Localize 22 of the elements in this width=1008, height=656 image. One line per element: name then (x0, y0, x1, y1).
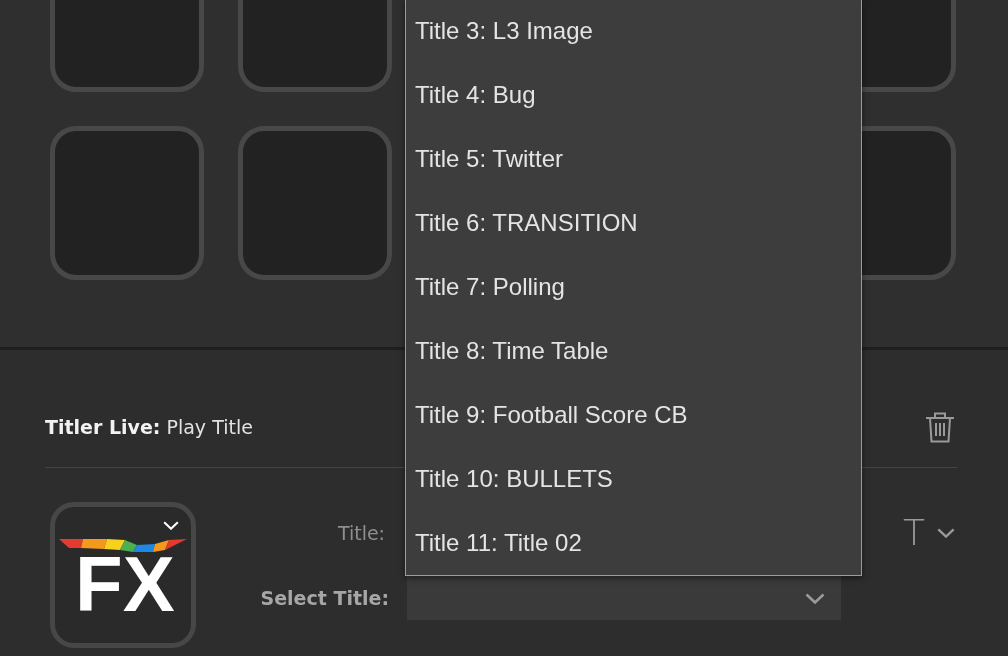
fx-logo: FX (57, 537, 189, 613)
dropdown-option[interactable]: Title 11: Title 02 (406, 511, 861, 575)
text-format-button[interactable]: T (901, 513, 957, 553)
chevron-down-icon (937, 528, 955, 538)
select-field[interactable] (407, 576, 841, 620)
dropdown-option[interactable]: Title 10: BULLETS (406, 447, 861, 511)
empty-slot[interactable] (50, 126, 204, 280)
dropdown-option[interactable]: Title 9: Football Score CB (406, 383, 861, 447)
dropdown-option[interactable]: Title 3: L3 Image (406, 0, 861, 63)
field-label: Select Title: (260, 587, 389, 609)
dropdown-option[interactable]: Title 4: Bug (406, 63, 861, 127)
empty-slot[interactable] (238, 126, 392, 280)
dropdown-option[interactable]: Title 8: Time Table (406, 319, 861, 383)
chevron-down-icon (163, 521, 179, 530)
logo-tile[interactable]: FX (50, 502, 196, 648)
panel-heading: Titler Live: Play Title (45, 416, 253, 438)
field-label: Title: (337, 522, 385, 544)
dropdown-option[interactable]: Title 5: Twitter (406, 127, 861, 191)
dropdown-option[interactable]: Title 6: TRANSITION (406, 191, 861, 255)
trash-icon[interactable] (925, 411, 955, 443)
dropdown-option[interactable]: Title 7: Polling (406, 255, 861, 319)
chevron-down-icon (805, 592, 825, 604)
